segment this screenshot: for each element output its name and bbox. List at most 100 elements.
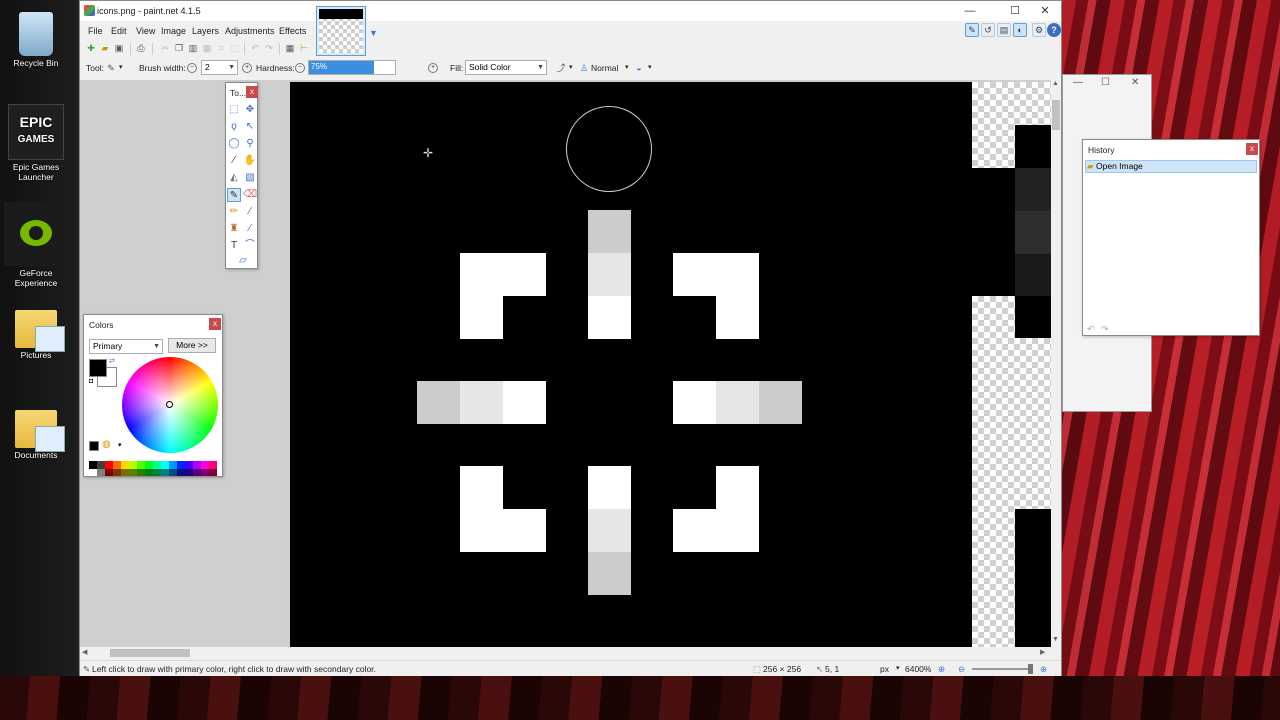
menu-effects[interactable]: Effects [279,26,306,36]
paste-new-icon[interactable]: ▦ [200,41,214,55]
minimize-icon[interactable]: — [1073,77,1083,88]
blend-mode-value[interactable]: Normal [591,63,618,73]
palette-swatch[interactable] [137,461,145,469]
window-maximize-button[interactable]: ☐ [1000,3,1030,19]
menu-edit[interactable]: Edit [111,26,127,36]
palette-swatch[interactable] [169,468,177,476]
alpha-mode-dropdown-icon[interactable]: ▾ [648,63,652,71]
palette-swatch[interactable] [185,461,193,469]
color-target-select[interactable]: Primary ▼ [89,339,163,354]
eraser-tool-icon[interactable]: ⌫ [243,188,257,202]
ruler-icon[interactable]: ⊢ [297,41,311,55]
alpha-mode-icon[interactable]: ◒ [632,61,646,75]
help-icon[interactable]: ? [1047,23,1061,37]
palette-swatch[interactable] [201,461,209,469]
move-selected-tool-icon[interactable]: ✥ [243,103,257,117]
palette-swatch[interactable] [161,468,169,476]
geforce-desktop-icon[interactable]: GeForce Experience [2,202,70,288]
menu-view[interactable]: View [136,26,155,36]
units-select[interactable]: px [880,664,889,674]
crop-icon[interactable]: ⌗ [214,41,228,55]
zoom-slider[interactable] [972,664,1033,674]
image-tab-thumbnail[interactable] [316,6,366,56]
palette-swatch[interactable] [201,468,209,476]
undo-icon[interactable]: ↶ [248,41,262,55]
save-icon[interactable]: ▣ [112,41,126,55]
zoom-tool-icon[interactable]: ⚲ [243,137,257,151]
palette-swatch[interactable] [161,461,169,469]
swap-colors-icon[interactable]: ⇄ [109,357,115,365]
palette-swatch[interactable] [145,468,153,476]
palette-swatch[interactable] [105,461,113,469]
cut-icon[interactable]: ✂ [158,41,172,55]
palette-swatch[interactable] [121,468,129,476]
menu-adjustments[interactable]: Adjustments [225,26,275,36]
palette-swatch[interactable] [153,468,161,476]
palette-swatch-icon[interactable] [89,441,99,451]
pan-tool-icon[interactable]: ✋ [243,154,257,168]
layers-window-toggle-icon[interactable]: ▤ [997,23,1011,37]
line-curve-tool-icon[interactable]: ⌒ [243,239,257,253]
vertical-scrollbar[interactable]: ▲ ▼ [1051,80,1061,647]
palette-swatch[interactable] [145,461,153,469]
image-list-dropdown-icon[interactable]: ▼ [369,28,378,38]
window-close-button[interactable]: ✕ [1030,3,1060,19]
deselect-icon[interactable]: ⬚ [228,41,242,55]
palette-swatch[interactable] [121,461,129,469]
antialiasing-icon[interactable]: ⤴ [554,61,568,75]
color-palette[interactable] [89,461,217,476]
history-window-toggle-icon[interactable]: ↺ [981,23,995,37]
blend-mode-icon[interactable]: ♙ [577,61,591,75]
color-wheel[interactable] [122,357,218,453]
shapes-tool-icon[interactable]: ▱ [233,254,253,268]
paste-icon[interactable]: ▥ [186,41,200,55]
palette-swatch[interactable] [97,468,105,476]
horizontal-scrollbar[interactable]: ◀ ▶ [80,647,1051,659]
history-undo-icon[interactable]: ↶ [1087,324,1095,335]
ellipse-select-tool-icon[interactable]: ◯ [227,137,241,151]
menu-layers[interactable]: Layers [192,26,219,36]
text-tool-icon[interactable]: T [227,239,241,253]
recolor-tool-icon[interactable]: ⁄ [243,222,257,236]
epic-games-desktop-icon[interactable]: EPIC GAMES Epic Games Launcher [2,104,70,182]
brush-width-increase-icon[interactable]: + [242,63,252,73]
primary-color-swatch[interactable] [89,359,107,377]
brush-width-decrease-icon[interactable]: − [187,63,197,73]
close-icon[interactable]: ✕ [1131,77,1139,88]
palette-swatch[interactable] [185,468,193,476]
reset-colors-icon[interactable]: ◘ [89,378,93,385]
menu-image[interactable]: Image [161,26,186,36]
hardness-decrease-icon[interactable]: − [295,63,305,73]
scroll-down-icon[interactable]: ▼ [1052,636,1059,643]
lasso-select-tool-icon[interactable]: ϙ [227,120,241,134]
palette-swatch[interactable] [193,468,201,476]
palette-swatch[interactable] [97,461,105,469]
palette-swatch[interactable] [177,461,185,469]
fill-select[interactable]: Solid Color ▼ [465,60,547,75]
history-redo-icon[interactable]: ↷ [1101,324,1109,335]
paintbrush-tool-button[interactable]: ✎ [227,188,241,202]
palette-swatch[interactable] [89,468,97,476]
window-minimize-button[interactable]: — [955,3,985,19]
menu-file[interactable]: File [88,26,103,36]
gradient-tool-icon[interactable]: ▧ [243,171,257,185]
maximize-icon[interactable]: ☐ [1101,77,1110,88]
zoom-fit-icon[interactable]: ⊕ [938,664,945,675]
documents-desktop-icon[interactable]: Documents [2,400,70,460]
palette-swatch[interactable] [137,468,145,476]
colors-panel-close-button[interactable]: x [209,318,221,330]
brush-width-field[interactable]: 2 ▼ [201,60,238,75]
tools-panel-close-button[interactable]: x [246,86,258,98]
palette-swatch[interactable] [209,461,217,469]
zoom-out-icon[interactable]: ⊖ [958,664,965,675]
palette-swatch[interactable] [105,468,113,476]
palette-swatch[interactable] [129,468,137,476]
palette-swatch[interactable] [177,468,185,476]
palette-swatch[interactable] [169,461,177,469]
palette-swatch[interactable] [153,461,161,469]
redo-icon[interactable]: ↷ [262,41,276,55]
history-panel-close-button[interactable]: x [1246,143,1258,155]
tools-window-toggle-icon[interactable]: ✎ [965,23,979,37]
palette-swatch[interactable] [129,461,137,469]
clone-stamp-tool-icon[interactable]: ♜ [227,222,241,236]
